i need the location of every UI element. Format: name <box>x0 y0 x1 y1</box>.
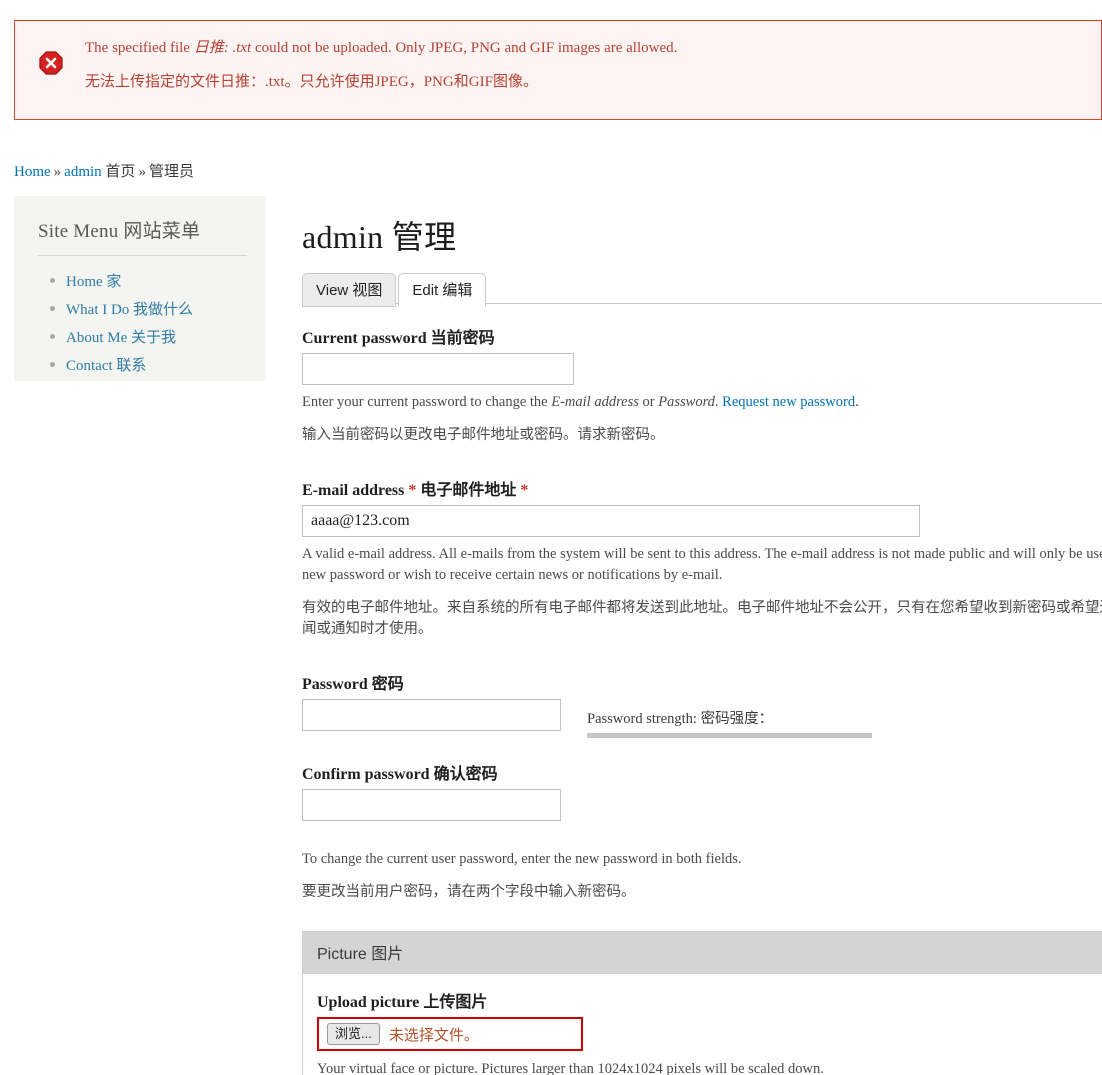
page-title: admin 管理 <box>302 219 457 255</box>
sidebar-item-home-label[interactable]: Home 家 <box>66 274 121 290</box>
password-row: Password strength: 密码强度： <box>302 699 1102 739</box>
password-strength-label: Password strength: 密码强度： <box>587 711 774 728</box>
current-password-input[interactable] <box>302 353 574 385</box>
file-status-text: 未选择文件。 <box>388 1027 479 1044</box>
sidebar-item-home[interactable]: Home 家 <box>50 270 247 291</box>
email-label-cn: 电子邮件地址 <box>420 482 517 500</box>
sidebar-item-contact[interactable]: Contact 联系 <box>50 354 247 375</box>
email-input[interactable] <box>302 505 920 538</box>
breadcrumb-current: 管理员 <box>148 164 194 180</box>
picture-fieldset-legend: Picture 图片 <box>303 932 1102 975</box>
confirm-password-input[interactable] <box>302 789 561 822</box>
error-en-filename: 日推: <box>193 40 229 56</box>
upload-picture-label: Upload picture 上传图片 <box>317 994 488 1012</box>
password-strength-block: Password strength: 密码强度： <box>587 699 877 739</box>
email-label: E-mail address * 电子邮件地址 * <box>302 476 1102 500</box>
error-line-chinese: 无法上传指定的文件日推：.txt。只允许使用JPEG，PNG和GIF图像。 <box>85 74 538 90</box>
tab-edit[interactable]: Edit 编辑 <box>398 273 487 307</box>
cp-descr-4: . <box>855 394 859 410</box>
sidebar-item-what-i-do-label[interactable]: What I Do 我做什么 <box>66 302 193 318</box>
email-label-en: E-mail address <box>302 482 405 500</box>
password-form-item: Password 密码 Password strength: 密码强度： <box>302 670 1102 739</box>
password-label: Password 密码 <box>302 676 404 694</box>
password-strength-bar <box>587 733 872 739</box>
cp-descr-1: Enter your current password to change th… <box>302 394 552 410</box>
cp-descr-em-password: Password <box>658 394 715 410</box>
email-required-star-1: * <box>408 482 417 500</box>
current-password-description-cn: 输入当前密码以更改电子邮件地址或密码。请求新密码。 <box>302 427 665 444</box>
error-line-english: The specified file 日推: .txt could not be… <box>85 39 1081 57</box>
confirm-password-label: Confirm password 确认密码 <box>302 766 498 784</box>
error-en-post: could not be uploaded. Only JPEG, PNG an… <box>251 40 678 56</box>
picture-description-en: Your virtual face or picture. Pictures l… <box>317 1061 824 1075</box>
current-password-form-item: Current password 当前密码 Enter your current… <box>302 324 1102 446</box>
main-content: admin 管理 View 视图 Edit 编辑 Current password… <box>302 212 1102 1075</box>
breadcrumb-link-home[interactable]: Home <box>14 164 51 180</box>
password-help-en: To change the current user password, ent… <box>302 851 742 868</box>
password-help-cn: 要更改当前用户密码，请在两个字段中输入新密码。 <box>302 884 636 901</box>
email-description-cn: 有效的电子邮件地址。来自系统的所有电子邮件都将发送到此地址。电子邮件地址不会公开… <box>302 600 1102 638</box>
browse-button[interactable]: 浏览... <box>327 1022 380 1046</box>
error-octagon-icon <box>39 51 63 75</box>
cp-descr-2: or <box>638 394 659 410</box>
email-description-en: A valid e-mail address. All e-mails from… <box>302 546 1102 584</box>
picture-file-input[interactable]: 浏览... 未选择文件。 <box>317 1017 583 1052</box>
confirm-password-form-item: Confirm password 确认密码 <box>302 760 1102 822</box>
tab-view[interactable]: View 视图 <box>302 273 397 307</box>
current-password-description-en: Enter your current password to change th… <box>302 392 1102 413</box>
breadcrumb: Home» admin 首页» 管理员 <box>14 160 194 181</box>
sidebar-title: Site Menu 网站菜单 <box>38 216 247 256</box>
breadcrumb-link-admin[interactable]: admin <box>64 164 102 180</box>
error-en-extension: .txt <box>228 40 252 56</box>
sidebar-item-about-me[interactable]: About Me 关于我 <box>50 326 247 347</box>
picture-fieldset: Picture 图片 Upload picture 上传图片 浏览... 未选择… <box>302 931 1102 1075</box>
picture-fieldset-body: Upload picture 上传图片 浏览... 未选择文件。 Your vi… <box>303 974 1102 1075</box>
email-form-item: E-mail address * 电子邮件地址 * A valid e-mail… <box>302 476 1102 640</box>
password-input[interactable] <box>302 699 561 732</box>
email-required-star-2: * <box>520 482 529 500</box>
current-password-label: Current password 当前密码 <box>302 330 495 347</box>
cp-descr-em-email: E-mail address <box>551 394 639 410</box>
error-message-box: The specified file 日推: .txt could not be… <box>14 20 1102 120</box>
breadcrumb-separator-1: » <box>53 164 62 180</box>
sidebar-item-about-me-label[interactable]: About Me 关于我 <box>66 330 176 346</box>
sidebar-item-what-i-do[interactable]: What I Do 我做什么 <box>50 298 247 319</box>
error-en-pre: The specified file <box>85 40 194 56</box>
sidebar-block: Site Menu 网站菜单 Home 家 What I Do 我做什么 Abo… <box>14 196 265 381</box>
tab-bar: View 视图 Edit 编辑 <box>302 272 1102 307</box>
sidebar-menu: Home 家 What I Do 我做什么 About Me 关于我 Conta… <box>38 270 247 375</box>
sidebar-item-contact-label[interactable]: Contact 联系 <box>66 358 146 374</box>
breadcrumb-separator-2: » <box>138 164 146 180</box>
request-new-password-link[interactable]: Request new password <box>722 394 855 410</box>
breadcrumb-admin-cn: 首页 <box>105 164 136 180</box>
